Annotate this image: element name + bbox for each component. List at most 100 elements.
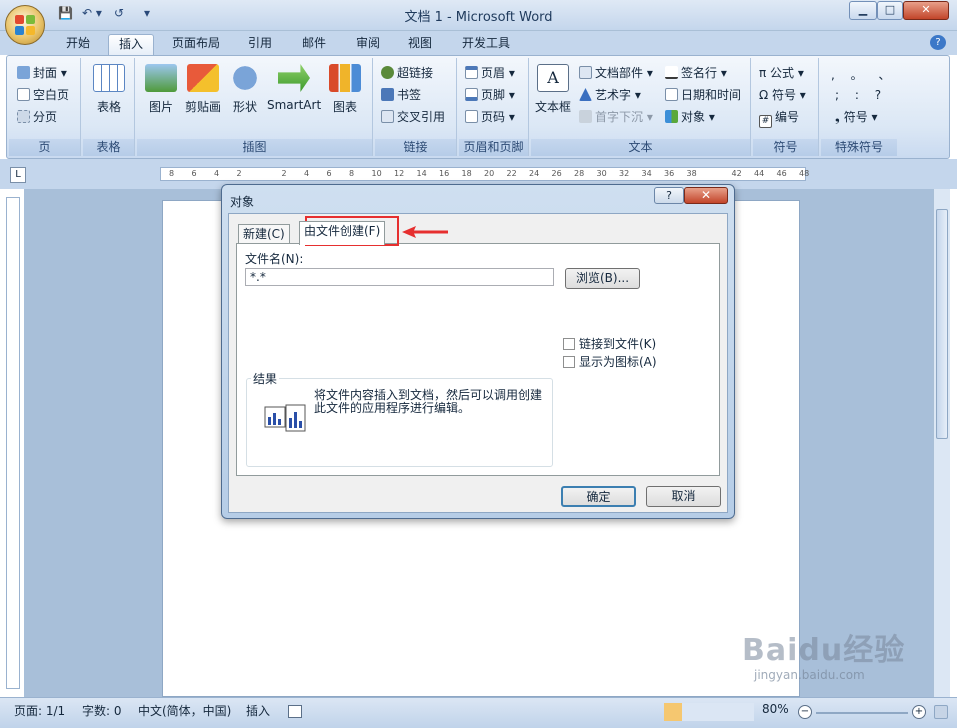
quick-parts-button[interactable]: 文档部件 ▾ bbox=[579, 64, 653, 81]
picture-button[interactable]: 图片 bbox=[143, 64, 179, 115]
ok-button[interactable]: 确定 bbox=[561, 486, 636, 507]
status-bar: 页面: 1/1 字数: 0 中文(简体，中国) 插入 80% − + bbox=[0, 697, 957, 728]
page-number-label: 页码 ▾ bbox=[481, 110, 515, 124]
page-break-button[interactable]: 分页 bbox=[17, 108, 57, 125]
equation-button[interactable]: π 公式 ▾ bbox=[759, 64, 804, 81]
blank-page-button[interactable]: 空白页 bbox=[17, 86, 69, 103]
dialog-help-button[interactable]: ? bbox=[654, 187, 684, 204]
office-button[interactable] bbox=[5, 5, 45, 45]
special-symbol-button[interactable]: ❟ 符号 ▾ bbox=[835, 108, 878, 125]
tab-references[interactable]: 引用 bbox=[240, 34, 280, 55]
display-as-icon-label: 显示为图标(A) bbox=[579, 355, 657, 369]
group-symbols: π 公式 ▾ Ω 符号 ▾ # 编号 符号 bbox=[753, 58, 819, 156]
word-count-status[interactable]: 字数: 0 bbox=[82, 702, 122, 719]
smartart-button[interactable]: SmartArt bbox=[267, 64, 321, 112]
hyperlink-button[interactable]: 超链接 bbox=[381, 64, 433, 81]
special-symbols-row2[interactable]: ; : ? bbox=[835, 88, 887, 102]
table-button[interactable]: 表格 bbox=[89, 64, 129, 115]
dropcap-button[interactable]: 首字下沉 ▾ bbox=[579, 108, 653, 125]
scroll-thumb[interactable] bbox=[936, 209, 948, 439]
maximize-button[interactable]: □ bbox=[877, 1, 903, 20]
insert-file-icon bbox=[264, 404, 306, 432]
close-window-button[interactable]: ✕ bbox=[903, 1, 949, 20]
filename-input[interactable] bbox=[245, 268, 554, 286]
smartart-label: SmartArt bbox=[267, 98, 322, 112]
tab-home[interactable]: 开始 bbox=[58, 34, 98, 55]
macro-record-icon[interactable] bbox=[288, 705, 302, 718]
group-label-links: 链接 bbox=[375, 139, 456, 156]
clipart-icon bbox=[187, 64, 219, 92]
footer-icon bbox=[465, 88, 478, 101]
cancel-button[interactable]: 取消 bbox=[646, 486, 721, 507]
table-label: 表格 bbox=[96, 100, 121, 114]
vertical-scrollbar[interactable] bbox=[933, 189, 950, 697]
clipart-button[interactable]: 剪贴画 bbox=[181, 64, 225, 115]
tab-create-new[interactable]: 新建(C) bbox=[238, 224, 290, 244]
link-to-file-checkbox[interactable]: 链接到文件(K) bbox=[563, 335, 656, 352]
hyperlink-icon bbox=[381, 66, 394, 79]
dialog-close-button[interactable]: ✕ bbox=[684, 187, 728, 204]
group-links: 超链接 书签 交叉引用 链接 bbox=[375, 58, 457, 156]
object-button[interactable]: 对象 ▾ bbox=[665, 108, 715, 125]
zoom-slider[interactable] bbox=[816, 712, 908, 714]
calendar-icon bbox=[665, 88, 678, 101]
textbox-button[interactable]: A 文本框 bbox=[533, 64, 573, 115]
symbol-button[interactable]: Ω 符号 ▾ bbox=[759, 86, 806, 103]
checkbox-icon bbox=[563, 356, 575, 368]
tab-developer[interactable]: 开发工具 bbox=[454, 34, 518, 55]
footer-button[interactable]: 页脚 ▾ bbox=[465, 86, 515, 103]
display-as-icon-checkbox[interactable]: 显示为图标(A) bbox=[563, 353, 657, 370]
wordart-label: 艺术字 ▾ bbox=[595, 88, 641, 102]
browse-button[interactable]: 浏览(B)... bbox=[565, 268, 640, 289]
shapes-button[interactable]: 形状 bbox=[229, 64, 261, 115]
group-header-footer: 页眉 ▾ 页脚 ▾ 页码 ▾ 页眉和页脚 bbox=[459, 58, 529, 156]
zoom-in-icon[interactable]: + bbox=[912, 705, 926, 719]
cover-page-button[interactable]: 封面 ▾ bbox=[17, 64, 67, 81]
numbering-button[interactable]: # 编号 bbox=[759, 108, 799, 128]
ruler-tick: 6 bbox=[326, 169, 332, 178]
page-count-status[interactable]: 页面: 1/1 bbox=[14, 702, 65, 719]
tab-create-from-file[interactable]: 由文件创建(F) bbox=[299, 221, 386, 245]
header-button[interactable]: 页眉 ▾ bbox=[465, 64, 515, 81]
page-number-button[interactable]: 页码 ▾ bbox=[465, 108, 515, 125]
ruler-tick: 4 bbox=[304, 169, 310, 178]
date-time-button[interactable]: 日期和时间 bbox=[665, 86, 741, 103]
tab-stop-selector[interactable]: L bbox=[10, 167, 26, 183]
signature-line-button[interactable]: 签名行 ▾ bbox=[665, 64, 727, 81]
object-label: 对象 ▾ bbox=[681, 110, 715, 124]
insert-mode-status[interactable]: 插入 bbox=[246, 702, 270, 719]
chart-button[interactable]: 图表 bbox=[329, 64, 361, 115]
wordart-button[interactable]: 艺术字 ▾ bbox=[579, 86, 641, 103]
fit-icon[interactable] bbox=[934, 705, 948, 719]
vertical-ruler[interactable] bbox=[6, 197, 20, 689]
tab-view[interactable]: 视图 bbox=[400, 34, 440, 55]
group-label-illustrations: 插图 bbox=[137, 139, 372, 156]
horizontal-ruler[interactable]: 8 6 4 2 2 4 6 8 10 12 14 16 18 20 22 24 26 28 30 32 34 36 38 42… bbox=[160, 167, 809, 181]
bookmark-button[interactable]: 书签 bbox=[381, 86, 421, 103]
blank-page-label: 空白页 bbox=[33, 88, 70, 102]
group-illustrations: 图片 剪贴画 形状 SmartArt 图表 插图 bbox=[137, 58, 373, 156]
group-tables: 表格 表格 bbox=[83, 58, 135, 156]
result-label: 结果 bbox=[251, 370, 280, 387]
special-symbols-row1[interactable]: , 。 、 bbox=[831, 66, 896, 83]
language-status[interactable]: 中文(简体，中国) bbox=[138, 702, 231, 719]
tab-page-layout[interactable]: 页面布局 bbox=[164, 34, 228, 55]
smartart-icon bbox=[278, 64, 310, 92]
help-icon[interactable]: ? bbox=[930, 35, 946, 50]
cross-reference-button[interactable]: 交叉引用 bbox=[381, 108, 445, 125]
tab-insert[interactable]: 插入 bbox=[108, 34, 154, 55]
cross-reference-icon bbox=[381, 110, 394, 123]
zoom-level[interactable]: 80% bbox=[762, 702, 789, 716]
ribbon-tabs: 开始 插入 页面布局 引用 邮件 审阅 视图 开发工具 ? bbox=[0, 31, 957, 55]
watermark-url: jingyan.baidu.com bbox=[754, 668, 865, 682]
view-buttons[interactable] bbox=[664, 703, 754, 721]
cover-page-icon bbox=[17, 66, 30, 79]
ruler-tick: 24 bbox=[529, 169, 540, 178]
minimize-button[interactable]: ▁ bbox=[849, 1, 877, 20]
textbox-icon: A bbox=[537, 64, 569, 92]
tab-review[interactable]: 审阅 bbox=[348, 34, 388, 55]
special-symbol-label: 符号 ▾ bbox=[843, 110, 878, 124]
numbering-icon: # bbox=[759, 115, 772, 128]
zoom-out-icon[interactable]: − bbox=[798, 705, 812, 719]
tab-mailings[interactable]: 邮件 bbox=[294, 34, 334, 55]
